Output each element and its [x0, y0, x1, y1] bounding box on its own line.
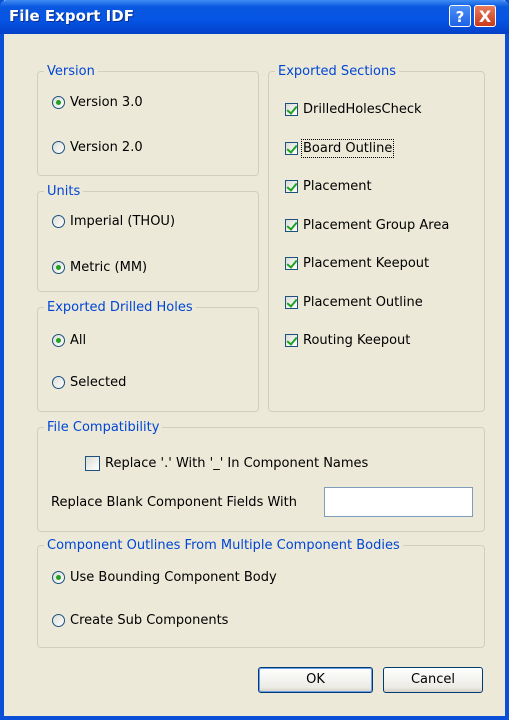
section-label: Placement Outline [303, 295, 423, 310]
version-group: Version [37, 64, 259, 176]
help-button[interactable]: ? [449, 5, 471, 27]
section-checkbox-placement-group-area[interactable]: Placement Group Area [285, 218, 449, 233]
checkbox-checked-icon [285, 334, 298, 347]
units-group: Units [37, 184, 259, 292]
drilled-holes-group: Exported Drilled Holes [37, 300, 259, 412]
section-checkbox-placement-keepout[interactable]: Placement Keepout [285, 256, 429, 271]
checkbox-checked-icon [285, 180, 298, 193]
checkbox-checked-icon [285, 296, 298, 309]
sub-components-radio[interactable]: Create Sub Components [52, 613, 228, 628]
metric-radio[interactable]: Metric (MM) [52, 260, 147, 275]
checkbox-checked-icon [285, 257, 298, 270]
section-label: Routing Keepout [303, 333, 411, 348]
dialog-title: File Export IDF [9, 7, 134, 25]
file-compatibility-legend: File Compatibility [47, 420, 160, 435]
selected-label: Selected [70, 375, 127, 390]
checkbox-icon [85, 456, 100, 471]
exported-sections-legend: Exported Sections [278, 64, 397, 79]
bounding-body-label: Use Bounding Component Body [70, 570, 277, 585]
section-label: DrilledHolesCheck [303, 102, 422, 117]
section-checkbox-board-outline[interactable]: Board Outline [285, 139, 395, 158]
radio-selected-icon [52, 334, 65, 347]
section-checkbox-routing-keepout[interactable]: Routing Keepout [285, 333, 410, 348]
section-checkbox-placement[interactable]: Placement [285, 179, 372, 194]
imperial-radio[interactable]: Imperial (THOU) [52, 214, 175, 229]
section-checkbox-placement-outline[interactable]: Placement Outline [285, 295, 423, 310]
replace-dot-checkbox[interactable]: Replace '.' With '_' In Component Names [85, 456, 368, 471]
version-2-label: Version 2.0 [70, 140, 143, 155]
replace-dot-label: Replace '.' With '_' In Component Names [105, 456, 369, 471]
bounding-body-radio[interactable]: Use Bounding Component Body [52, 570, 277, 585]
radio-selected-icon [52, 96, 65, 109]
units-legend: Units [47, 184, 81, 199]
radio-icon [52, 376, 65, 389]
radio-icon [52, 614, 65, 627]
metric-label: Metric (MM) [70, 260, 148, 275]
drilled-holes-legend: Exported Drilled Holes [47, 300, 193, 315]
checkbox-checked-icon [285, 219, 298, 232]
all-radio[interactable]: All [52, 333, 86, 348]
section-checkbox-drilledholescheck[interactable]: DrilledHolesCheck [285, 102, 422, 117]
blank-fields-text: Replace Blank Component Fields With [51, 495, 297, 510]
version-3-radio[interactable]: Version 3.0 [52, 95, 143, 110]
imperial-label: Imperial (THOU) [70, 214, 176, 229]
radio-selected-icon [52, 571, 65, 584]
radio-selected-icon [52, 261, 65, 274]
section-label: Placement [303, 179, 372, 194]
sub-components-label: Create Sub Components [70, 613, 229, 628]
checkbox-checked-icon [285, 103, 298, 116]
cancel-button[interactable]: Cancel [383, 667, 483, 693]
blank-fields-input[interactable] [324, 487, 473, 517]
checkbox-checked-icon [285, 142, 298, 155]
component-outlines-group: Component Outlines From Multiple Compone… [37, 538, 485, 648]
section-label: Placement Group Area [303, 218, 450, 233]
ok-button[interactable]: OK [258, 667, 373, 693]
radio-icon [52, 215, 65, 228]
radio-icon [52, 141, 65, 154]
version-legend: Version [47, 64, 95, 79]
version-2-radio[interactable]: Version 2.0 [52, 140, 143, 155]
selected-radio[interactable]: Selected [52, 375, 126, 390]
all-label: All [70, 333, 87, 348]
blank-fields-label: Replace Blank Component Fields With [51, 495, 297, 510]
section-label: Placement Keepout [303, 256, 430, 271]
title-bar[interactable]: File Export IDF ? X [0, 0, 509, 34]
version-3-label: Version 3.0 [70, 95, 143, 110]
section-label: Board Outline [300, 139, 395, 158]
close-button[interactable]: X [474, 5, 496, 27]
component-outlines-legend: Component Outlines From Multiple Compone… [47, 538, 400, 553]
